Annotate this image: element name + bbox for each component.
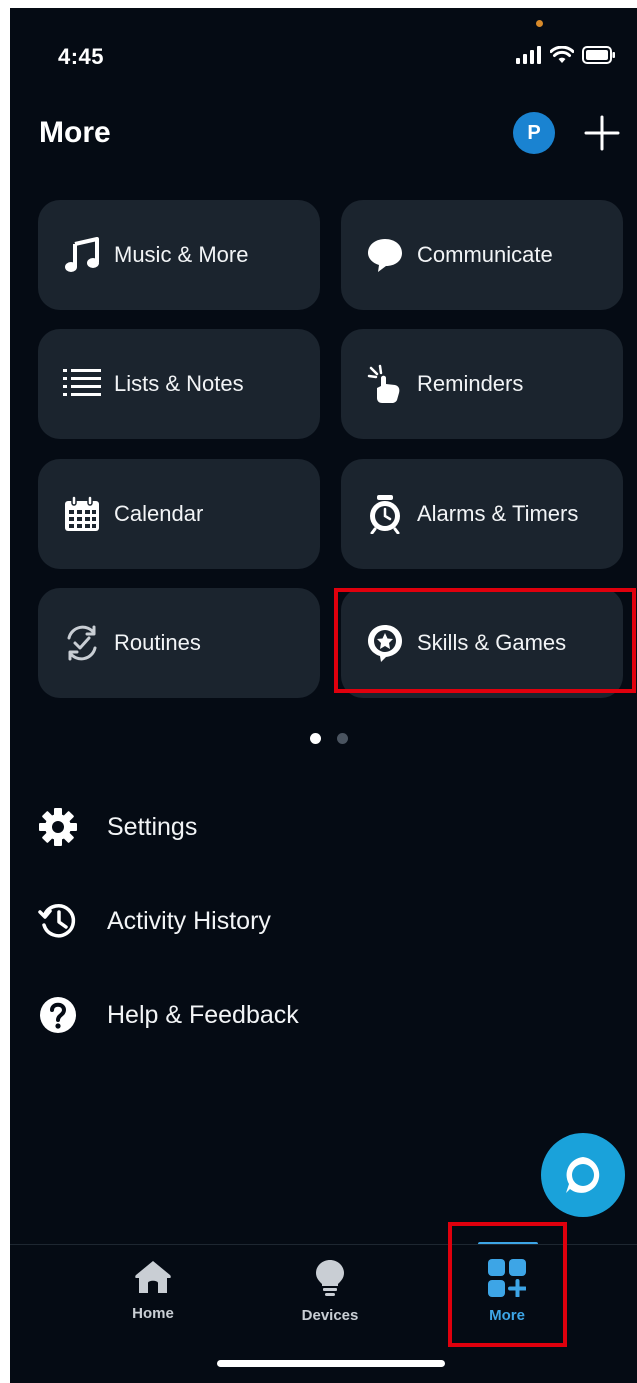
help-and-feedback-label: Help & Feedback bbox=[107, 1000, 299, 1029]
alarm-clock-icon bbox=[365, 494, 405, 534]
plus-icon bbox=[584, 115, 620, 151]
alexa-button[interactable] bbox=[541, 1133, 625, 1217]
nav-home[interactable]: Home bbox=[98, 1259, 208, 1322]
tile-label: Communicate bbox=[417, 242, 553, 267]
calendar-icon bbox=[62, 494, 102, 534]
nav-devices[interactable]: Devices bbox=[275, 1259, 385, 1324]
settings-row[interactable]: Settings bbox=[36, 805, 197, 849]
home-icon bbox=[135, 1261, 171, 1293]
question-icon bbox=[36, 993, 80, 1037]
tile-label: Alarms & Timers bbox=[417, 501, 579, 526]
wifi-icon bbox=[550, 46, 574, 63]
nav-label: Home bbox=[132, 1305, 174, 1322]
more-grid-plus-icon bbox=[488, 1259, 526, 1297]
chat-bubble-icon bbox=[365, 235, 405, 275]
reminder-hand-icon bbox=[365, 364, 405, 404]
page-title: More bbox=[39, 116, 111, 149]
page-dot-active[interactable] bbox=[310, 733, 321, 744]
alexa-ring-icon bbox=[566, 1157, 600, 1193]
tile-music-and-more[interactable]: Music & More bbox=[38, 200, 320, 310]
skills-star-bubble-icon bbox=[365, 623, 405, 663]
page-dot[interactable] bbox=[337, 733, 348, 744]
add-button[interactable] bbox=[584, 115, 620, 151]
nav-label: Devices bbox=[301, 1307, 359, 1324]
tile-label: Calendar bbox=[114, 501, 204, 526]
tile-label: Routines bbox=[114, 630, 201, 655]
tile-communicate[interactable]: Communicate bbox=[341, 200, 623, 310]
tile-label: Music & More bbox=[114, 242, 249, 267]
tile-label: Reminders bbox=[417, 371, 524, 396]
status-icons bbox=[516, 46, 616, 64]
tile-routines[interactable]: Routines bbox=[38, 588, 320, 698]
routines-icon bbox=[62, 623, 102, 663]
tile-skills-and-games[interactable]: Skills & Games bbox=[341, 588, 623, 698]
battery-icon bbox=[582, 46, 615, 64]
settings-label: Settings bbox=[107, 812, 198, 841]
activity-history-label: Activity History bbox=[107, 906, 271, 935]
status-time: 4:45 bbox=[58, 44, 105, 69]
nav-label: More bbox=[489, 1307, 525, 1324]
activity-history-row[interactable]: Activity History bbox=[36, 899, 271, 943]
music-note-icon bbox=[62, 235, 102, 275]
privacy-indicator-dot bbox=[536, 20, 543, 27]
history-clock-icon bbox=[36, 899, 80, 943]
tile-reminders[interactable]: Reminders bbox=[341, 329, 623, 439]
tile-label: Lists & Notes bbox=[114, 371, 244, 396]
list-icon bbox=[62, 364, 102, 404]
tile-lists-and-notes[interactable]: Lists & Notes bbox=[38, 329, 320, 439]
cellular-signal-icon bbox=[516, 46, 541, 64]
gear-icon bbox=[36, 805, 80, 849]
tile-label: Skills & Games bbox=[417, 630, 567, 655]
help-and-feedback-row[interactable]: Help & Feedback bbox=[36, 993, 299, 1037]
tile-alarms-and-timers[interactable]: Alarms & Timers bbox=[341, 459, 623, 569]
page-indicator bbox=[310, 733, 348, 744]
profile-avatar[interactable]: P bbox=[513, 112, 555, 154]
nav-more[interactable]: More bbox=[452, 1259, 562, 1324]
lightbulb-icon bbox=[316, 1260, 344, 1296]
tile-calendar[interactable]: Calendar bbox=[38, 459, 320, 569]
app-screen: 4:45 More P Music & More Communicate Lis… bbox=[10, 8, 637, 1383]
home-indicator-bar bbox=[217, 1360, 445, 1367]
